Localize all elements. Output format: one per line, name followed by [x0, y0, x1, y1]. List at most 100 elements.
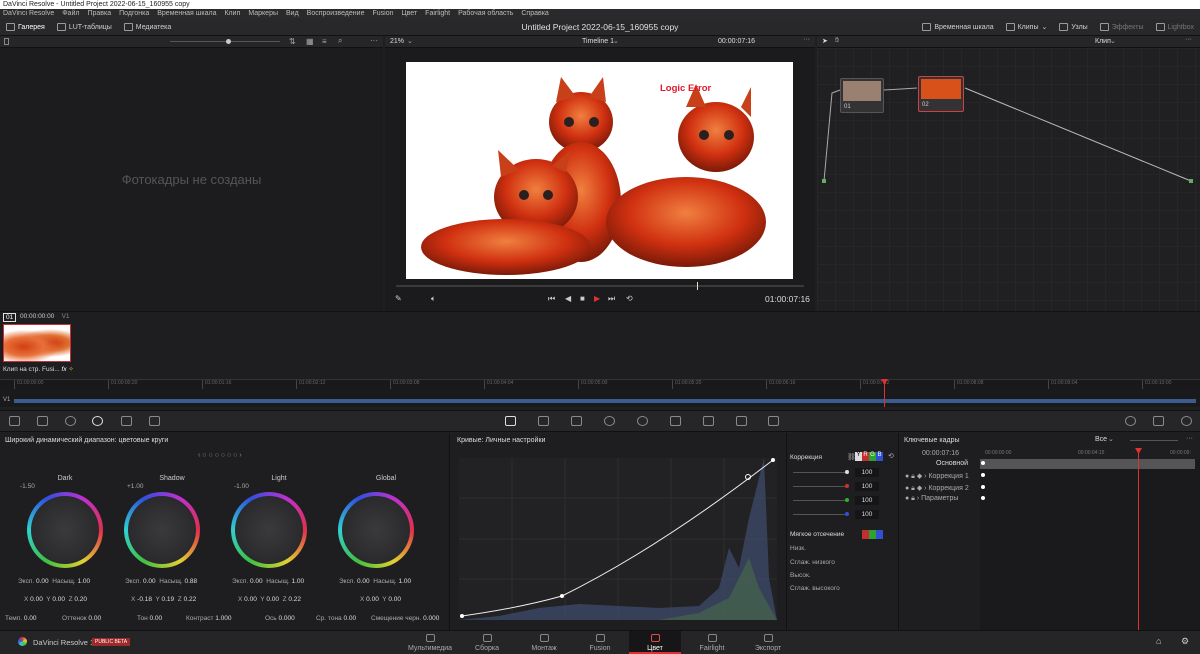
sort-icon[interactable]: ⇅: [289, 37, 296, 46]
keyframe-filter-dropdown[interactable]: Все: [1095, 436, 1107, 443]
soft-clip-channels[interactable]: [862, 530, 883, 539]
more-icon[interactable]: ···: [1185, 36, 1192, 43]
channel-b-button[interactable]: B: [876, 452, 883, 461]
media-pool-button[interactable]: Медиатека: [118, 19, 178, 36]
soft-clip-high-soft[interactable]: Сглаж. высокого: [790, 585, 895, 596]
menu-item[interactable]: DaVinci Resolve: [2, 9, 55, 19]
hdr-wheels-icon[interactable]: [92, 416, 103, 426]
page-deliver[interactable]: Экспорт: [742, 631, 794, 654]
keyframe-grid[interactable]: [980, 459, 1200, 630]
color-wheel-shadow[interactable]: [124, 492, 200, 568]
menu-item[interactable]: Клип: [223, 9, 241, 19]
reset-icon[interactable]: ⟲: [888, 452, 894, 460]
node-01[interactable]: 01: [840, 78, 884, 113]
keyframe-dot[interactable]: [981, 461, 985, 465]
slider-track[interactable]: [793, 500, 845, 501]
loop-icon[interactable]: ⟲: [626, 294, 633, 303]
keyframe-dot[interactable]: [981, 485, 985, 489]
black-offset-control[interactable]: Смещение черн. 0.000: [371, 615, 439, 622]
info-icon[interactable]: [1181, 416, 1192, 426]
skip-end-icon[interactable]: ⏭︎: [608, 294, 615, 304]
menu-item[interactable]: Fairlight: [424, 9, 451, 19]
node-02[interactable]: 02: [918, 76, 964, 112]
settings-icon[interactable]: ⚙︎: [1181, 636, 1189, 647]
wheel-exposure[interactable]: Эксп. 0.00 Насыщ. 1.00: [232, 578, 304, 585]
magic-mask-icon[interactable]: [670, 416, 681, 426]
soft-clip-low-soft[interactable]: Сглаж. низкого: [790, 559, 895, 570]
pivot-control[interactable]: Ось 0.000: [265, 615, 295, 622]
search-icon[interactable]: ⌕: [338, 36, 342, 46]
zone-dots[interactable]: ‹ ○ ○ ○ ○ ○ ○ ›: [198, 452, 242, 459]
audio-icon[interactable]: 🔈︎: [431, 294, 436, 304]
y-channel-value[interactable]: 100: [855, 468, 879, 477]
zoom-dropdown[interactable]: 21%: [390, 38, 404, 45]
channel-r-button[interactable]: R: [862, 452, 869, 461]
kf-row-params[interactable]: ● 🔒︎ › Параметры: [905, 495, 958, 503]
tint-control[interactable]: Оттенок 0.00: [62, 615, 101, 622]
color-match-icon[interactable]: [37, 416, 48, 426]
scopes-icon[interactable]: [1153, 416, 1164, 426]
color-warper-icon[interactable]: [538, 416, 549, 426]
menu-item[interactable]: Fusion: [371, 9, 394, 19]
primaries-icon[interactable]: [65, 416, 76, 426]
keyframe-zoom-slider[interactable]: [1130, 440, 1178, 441]
mini-timeline-ruler[interactable]: 01:00:00:00 01:00:00:20 01:00:01:16 01:0…: [0, 379, 1200, 390]
home-icon[interactable]: ⌂: [1156, 636, 1161, 646]
motion-effects-icon[interactable]: [149, 416, 160, 426]
midtone-control[interactable]: Ср. тона 0.00: [316, 615, 356, 622]
channel-y-button[interactable]: Y: [855, 452, 862, 461]
grid-view-icon[interactable]: ▦: [306, 37, 314, 46]
wheel-exposure[interactable]: Эксп. 0.00 Насыщ. 0.88: [125, 578, 197, 585]
slider-track[interactable]: [793, 486, 845, 487]
3d-icon[interactable]: [1125, 416, 1136, 426]
node-mode-dropdown[interactable]: Клип: [1095, 38, 1111, 45]
menu-item[interactable]: Правка: [86, 9, 112, 19]
color-wheel-light[interactable]: [231, 492, 307, 568]
more-icon[interactable]: ···: [370, 36, 378, 45]
color-wheel-dark[interactable]: [27, 492, 103, 568]
wheel-xyz[interactable]: X 0.00 Y 0.00: [360, 596, 401, 603]
timeline-button[interactable]: Временная шкала: [916, 19, 999, 36]
pointer-icon[interactable]: ➤: [822, 37, 828, 45]
more-icon[interactable]: ···: [803, 36, 810, 43]
list-view-icon[interactable]: ≡: [322, 37, 327, 46]
clip-thumbnail[interactable]: [3, 324, 71, 362]
mini-timeline-track[interactable]: V1: [0, 389, 1200, 407]
menu-item[interactable]: Маркеры: [247, 9, 279, 19]
channel-g-button[interactable]: G: [869, 452, 876, 461]
page-fairlight[interactable]: Fairlight: [686, 631, 738, 654]
b-channel-value[interactable]: 100: [855, 510, 879, 519]
rgb-mixer-icon[interactable]: [121, 416, 132, 426]
playhead[interactable]: [884, 379, 885, 407]
page-media[interactable]: Мультимедиа: [404, 631, 456, 654]
qualifier-icon[interactable]: [571, 416, 582, 426]
menu-item[interactable]: Подгонка: [118, 9, 150, 19]
page-color[interactable]: Цвет: [629, 631, 681, 654]
menu-item[interactable]: Файл: [61, 9, 80, 19]
keyframe-dot[interactable]: [981, 473, 985, 477]
slider-track[interactable]: [793, 472, 845, 473]
wheel-xyz[interactable]: X 0.00 Y 0.00 Z 0.22: [238, 596, 301, 603]
menu-item[interactable]: Вид: [285, 9, 300, 19]
kf-row-correction2[interactable]: ● 🔒︎ ◆ › Коррекция 2: [905, 484, 969, 493]
gallery-slider[interactable]: [170, 41, 280, 42]
tone-control[interactable]: Тон 0.00: [137, 615, 162, 622]
menu-item[interactable]: Временная шкала: [156, 9, 217, 19]
g-channel-value[interactable]: 100: [855, 496, 879, 505]
track-clip-bar[interactable]: [14, 399, 1196, 403]
skip-start-icon[interactable]: ⏮︎: [548, 294, 555, 304]
viewer-timecode[interactable]: 00:00:07:16: [718, 38, 755, 45]
lightbox-button[interactable]: Lightbox: [1150, 19, 1200, 36]
step-back-icon[interactable]: ◀: [565, 294, 571, 303]
menu-item[interactable]: Рабочая область: [457, 9, 514, 19]
nodes-button[interactable]: Узлы: [1053, 19, 1093, 36]
key-icon[interactable]: [736, 416, 747, 426]
camera-raw-icon[interactable]: [9, 416, 20, 426]
soft-clip-low[interactable]: Низк.: [790, 545, 895, 556]
window-icon[interactable]: [604, 416, 615, 426]
r-channel-value[interactable]: 100: [855, 482, 879, 491]
effects-button[interactable]: Эффекты: [1094, 19, 1150, 36]
color-wheel-global[interactable]: [338, 492, 414, 568]
tracker-icon[interactable]: [637, 416, 648, 426]
page-edit[interactable]: Монтаж: [518, 631, 570, 654]
